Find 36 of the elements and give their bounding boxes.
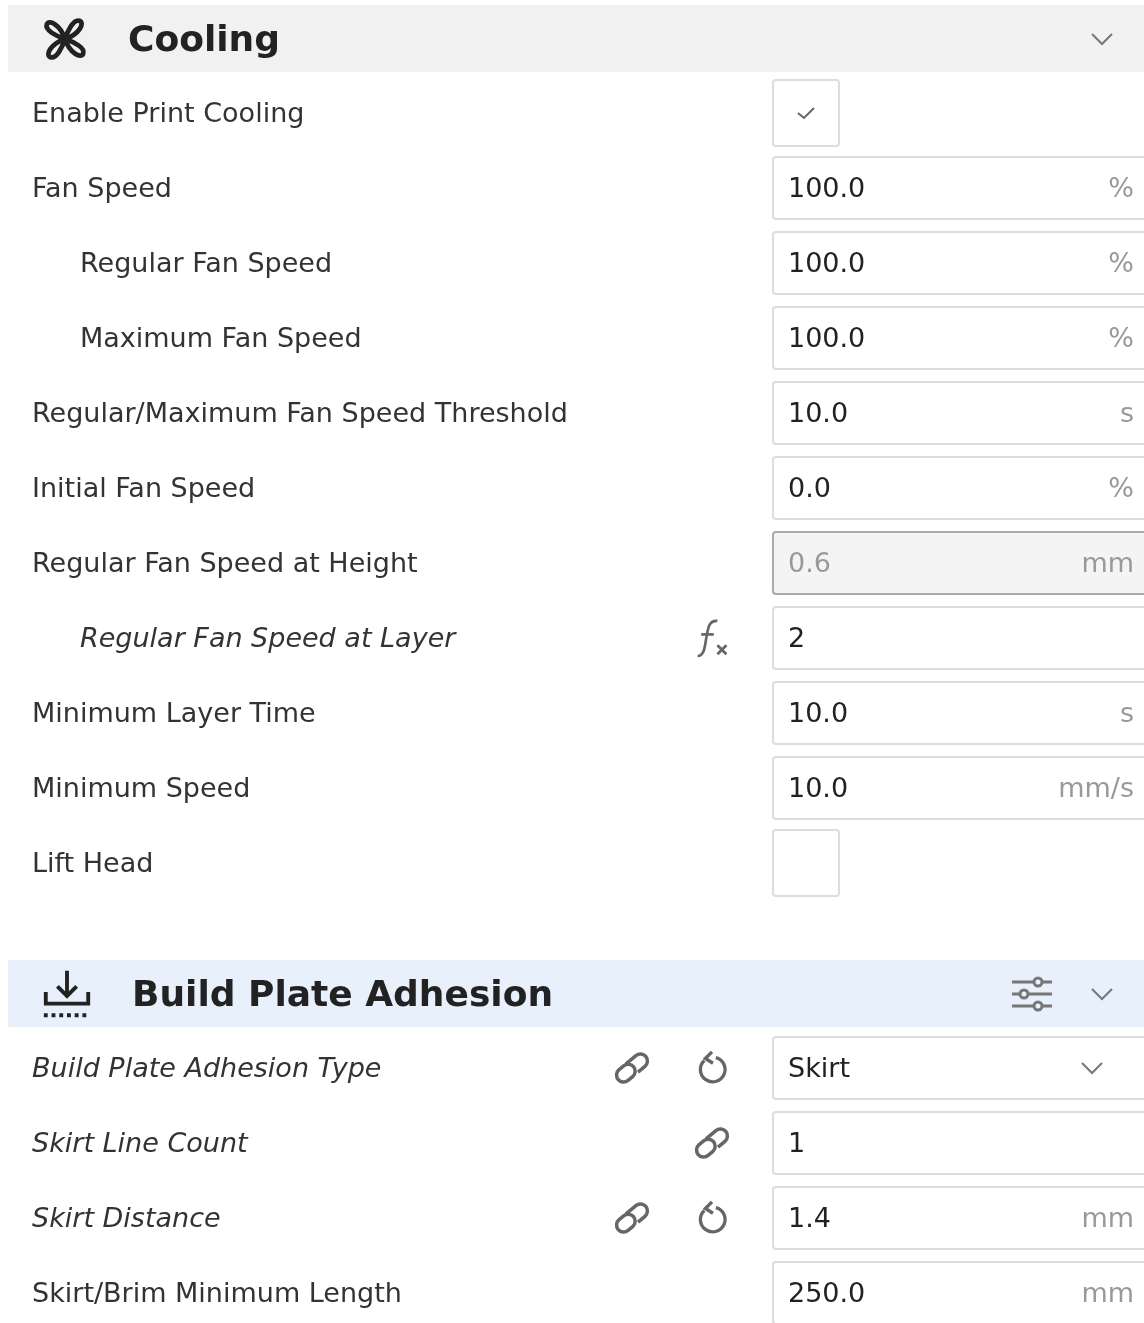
checkbox[interactable] xyxy=(772,828,840,897)
checkmark-icon xyxy=(796,105,816,120)
setting-label: Initial Fan Speed xyxy=(31,472,257,503)
input-field[interactable]: 100.0 % xyxy=(772,230,1144,295)
section-title: Cooling xyxy=(128,18,281,59)
chevron-down-icon[interactable] xyxy=(1080,1060,1104,1075)
section-header[interactable]: Build Plate Adhesion xyxy=(8,960,1144,1027)
setting-label: Skirt/Brim Minimum Length xyxy=(31,1277,403,1308)
setting-label: Fan Speed xyxy=(31,172,173,203)
setting-label: Skirt Distance xyxy=(31,1202,222,1233)
input-field[interactable]: 250.0 mm xyxy=(772,1260,1144,1323)
input-field[interactable]: 10.0 s xyxy=(772,380,1144,445)
section-header[interactable]: Cooling xyxy=(8,5,1144,72)
setting-label: Minimum Speed xyxy=(31,772,252,803)
chevron-down-icon[interactable] xyxy=(1090,986,1114,1001)
setting-label: Lift Head xyxy=(31,847,155,878)
input-field[interactable]: 100.0 % xyxy=(772,155,1144,220)
setting-label: Minimum Layer Time xyxy=(31,697,317,728)
input-field[interactable]: 10.0 s xyxy=(772,680,1144,745)
input-field[interactable]: 0.0 % xyxy=(772,455,1144,520)
chevron-down-icon[interactable] xyxy=(1090,31,1114,46)
input-field[interactable]: 1.4 mm xyxy=(772,1185,1144,1250)
dropdown[interactable]: Skirt xyxy=(772,1035,1144,1100)
input-field[interactable]: 100.0 % xyxy=(772,305,1144,370)
checkbox[interactable] xyxy=(772,78,840,147)
setting-label: Enable Print Cooling xyxy=(31,97,306,128)
setting-label: Build Plate Adhesion Type xyxy=(31,1052,383,1083)
setting-label: Regular Fan Speed at Height xyxy=(31,547,419,578)
setting-label: Regular Fan Speed xyxy=(79,247,334,278)
setting-label: Skirt Line Count xyxy=(31,1127,250,1158)
setting-label: Regular/Maximum Fan Speed Threshold xyxy=(31,397,569,428)
setting-label: Maximum Fan Speed xyxy=(79,322,363,353)
section-title: Build Plate Adhesion xyxy=(132,973,555,1014)
input-field[interactable]: 10.0 mm/s xyxy=(772,755,1144,820)
setting-label: Regular Fan Speed at Layer xyxy=(79,622,458,653)
input-field[interactable]: 1 xyxy=(772,1110,1144,1175)
